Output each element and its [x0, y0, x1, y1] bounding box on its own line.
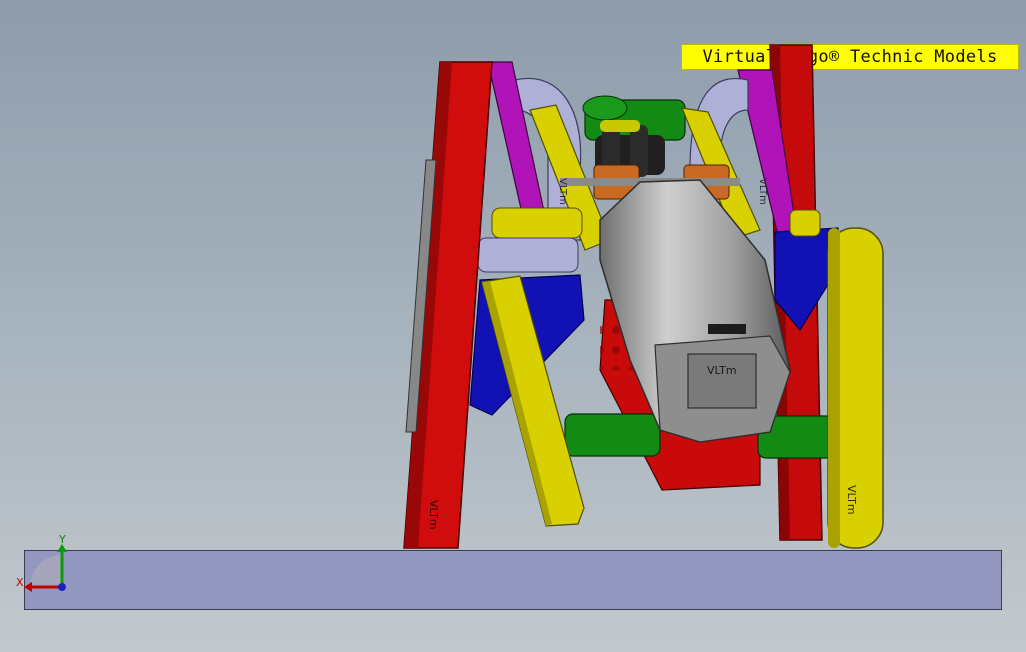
crank-left-label: VLTm — [557, 178, 568, 205]
triad-y-label: Y — [58, 533, 66, 546]
triad-x-label: X — [16, 576, 24, 589]
crank-right-label: VLTm — [757, 178, 768, 205]
coordinate-triad-icon: Y X — [16, 533, 67, 592]
right-yellow-beam: VLTm — [827, 227, 884, 549]
left-beam-label: VLTm — [427, 500, 440, 530]
motor-label: VLTm — [707, 364, 737, 377]
model-viewport[interactable]: VLTm VLTm VLTm VLTm VLTm Y X — [0, 0, 1026, 652]
right-beam-label: VLTm — [845, 485, 858, 515]
